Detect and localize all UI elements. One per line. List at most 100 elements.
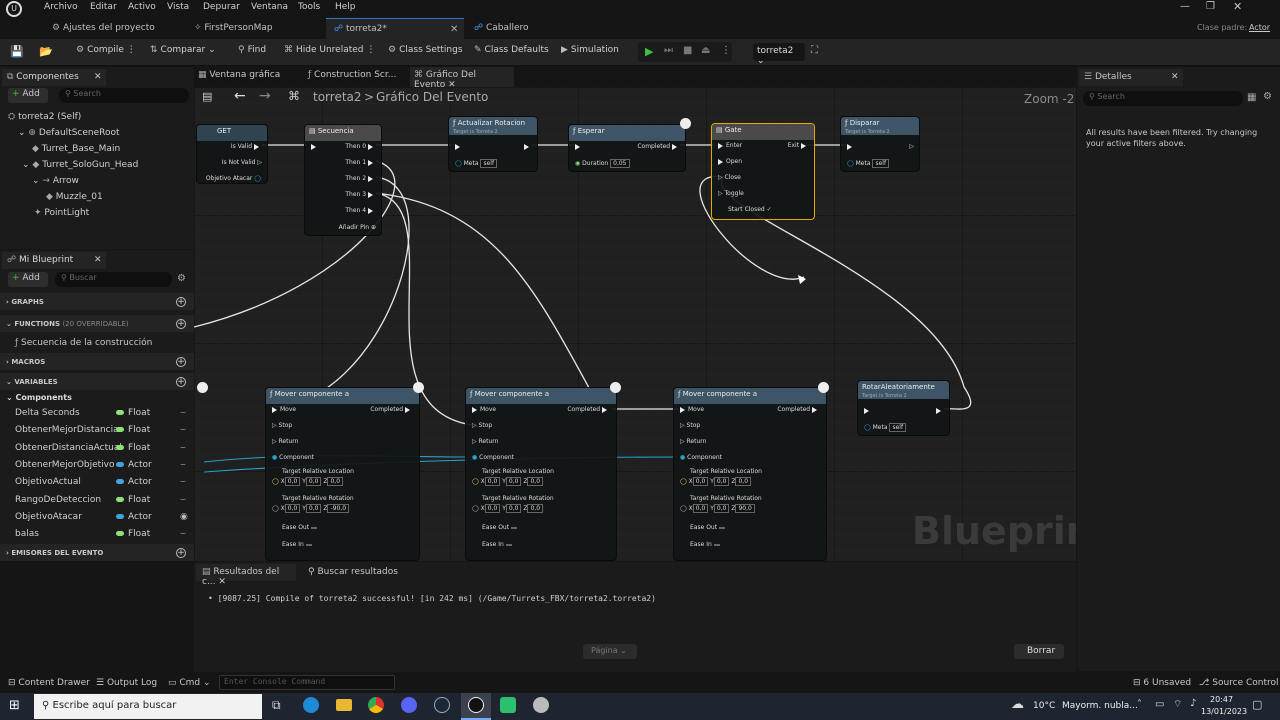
pin-then-0[interactable]: Then 0 [345, 143, 376, 150]
console-input[interactable]: Enter Console Command [219, 675, 395, 690]
node-mover-componente-3[interactable]: ƒ Mover componente a Move Completed ▷ St… [673, 387, 827, 561]
close-panel-icon[interactable]: ✕ [1171, 72, 1179, 82]
pin-start-closed[interactable]: Start Closed ✓ [728, 206, 772, 213]
visibility-closed-icon[interactable]: ⌣ [180, 495, 186, 505]
pin-exec-in[interactable] [575, 143, 583, 150]
pin-target-rotation[interactable]: ◯ X 0,0 Y 0,0 Z 0,0 [472, 504, 544, 513]
clock-date[interactable]: 13/01/2023 [1201, 707, 1247, 716]
output-log-button[interactable]: ☰ Output Log [96, 678, 157, 688]
play-icon[interactable]: ▶ [645, 45, 653, 58]
page-select[interactable]: Página ⌄ [583, 644, 637, 659]
variable-item[interactable]: Delta Seconds Float ⌣ [0, 407, 194, 423]
components-tab[interactable]: ⧉ Componentes ✕ [2, 69, 106, 86]
tab-firstpersonmap[interactable]: ✧ FirstPersonMap [186, 18, 322, 39]
tree-item-muzzle[interactable]: ◆ Muzzle_01 [46, 192, 103, 202]
menu-ventana[interactable]: Ventana [251, 2, 288, 12]
node-esperar[interactable]: ƒ Esperar Completed ◉ Duration 0,05 [568, 124, 686, 172]
save-icon[interactable]: 💾 [10, 45, 24, 58]
unreal-logo-icon[interactable]: U [6, 1, 22, 17]
node-disparar[interactable]: ƒ Disparar Target is Torreta 2 ▷ ◯ Meta s… [840, 116, 920, 172]
tab-find-results[interactable]: ⚲ Buscar resultados [308, 567, 398, 577]
volume-icon[interactable]: ♪ [1190, 698, 1196, 709]
tab-compile-results[interactable]: ▤ Resultados del c... ✕ [196, 564, 296, 587]
add-blueprint-item-button[interactable]: + Add [8, 272, 48, 287]
close-panel-icon[interactable]: ✕ [94, 255, 102, 265]
variable-item[interactable]: ObtenerMejorObjetivo Actor ⌣ [0, 459, 194, 475]
pin-target-rotation[interactable]: ◯ X 0,0 Y 0,0 Z 90,0 [680, 504, 755, 513]
components-category[interactable]: ⌄ Components [6, 393, 72, 402]
pin-return[interactable]: ▷ Return [680, 438, 706, 445]
app-icon[interactable] [533, 697, 549, 713]
pin-return[interactable]: ▷ Return [272, 438, 298, 445]
tree-item-arrow[interactable]: ⌄ → Arrow [32, 176, 79, 186]
pin-enter[interactable]: Enter [718, 142, 742, 149]
details-search[interactable]: ⚲ Search [1083, 91, 1243, 106]
pin-ease-out[interactable]: Ease Out [690, 524, 725, 531]
node-gate[interactable]: ▤ Gate Enter Exit Open ▷ Close ▷ Toggle … [711, 123, 815, 220]
variable-item[interactable]: ObjetivoAtacar Actor ◉ [0, 511, 194, 527]
tree-item-turret-head[interactable]: ⌄ ◆ Turret_SoloGun_Head [22, 160, 138, 170]
pin-completed[interactable]: Completed [777, 406, 820, 413]
find-button[interactable]: ⚲ Find [238, 45, 266, 55]
my-blueprint-tab[interactable]: ☍ Mi Blueprint ✕ [2, 252, 106, 269]
variable-item[interactable]: ObtenerMejorDistancia Float ⌣ [0, 424, 194, 440]
chrome-icon[interactable] [368, 697, 384, 713]
visibility-closed-icon[interactable]: ⌣ [180, 408, 186, 418]
unsaved-indicator[interactable]: ⊟ 6 Unsaved [1133, 678, 1191, 688]
forward-arrow-icon[interactable]: → [259, 88, 271, 104]
pin-target-location[interactable]: ◯ X 0,0 Y 0,0 Z 0,0 [272, 477, 344, 486]
pin-target-location[interactable]: ◯ X 0,0 Y 0,0 Z 0,0 [472, 477, 544, 486]
visibility-closed-icon[interactable]: ⌣ [180, 477, 186, 487]
pin-is-valid[interactable]: Is Valid [231, 143, 262, 150]
pin-stop[interactable]: ▷ Stop [472, 422, 492, 429]
pin-ease-in[interactable]: Ease In [690, 541, 720, 548]
menu-help[interactable]: Help [335, 2, 356, 12]
pin-open[interactable]: Open [718, 158, 742, 165]
settings-icon[interactable]: ⚙ [1263, 91, 1272, 102]
checkbox-icon[interactable]: ✓ [767, 206, 772, 213]
network-icon[interactable]: ⌔ [1173, 698, 1182, 711]
construction-script-item[interactable]: ƒ Secuencia de la construcción [15, 338, 152, 348]
tab-torreta2[interactable]: ☍ torreta2* ✕ [326, 18, 464, 39]
pin-move[interactable]: Move [680, 406, 704, 413]
pin-exec-out[interactable] [524, 143, 532, 150]
eject-icon[interactable]: ⏏ [701, 45, 710, 56]
visibility-closed-icon[interactable]: ⌣ [180, 443, 186, 453]
pin-exec-out[interactable] [936, 407, 944, 414]
pin-then-2[interactable]: Then 2 [345, 175, 376, 182]
taskbar-search[interactable]: ⚲ Escribe aquí para buscar [34, 694, 262, 719]
tree-item-defaultsceneroot[interactable]: ⌄ ⊕ DefaultSceneRoot [18, 128, 120, 138]
explorer-icon[interactable] [336, 699, 352, 711]
pin-then-1[interactable]: Then 1 [345, 159, 376, 166]
add-dispatcher-icon[interactable]: + [176, 548, 186, 558]
menu-editar[interactable]: Editar [90, 2, 117, 12]
menu-archivo[interactable]: Archivo [44, 2, 78, 12]
add-graph-icon[interactable]: + [176, 297, 186, 307]
tab-caballero[interactable]: ☍ Caballero [466, 18, 586, 39]
source-control-button[interactable]: ⎇ Source Control [1199, 678, 1279, 688]
debug-target-select[interactable]: torreta2 ⌄ [753, 43, 805, 66]
android-icon[interactable] [500, 697, 516, 713]
pin-completed[interactable]: Completed [370, 406, 413, 413]
breadcrumb-asset[interactable]: torreta2 [313, 90, 362, 104]
play-options-icon[interactable]: ⋮ [721, 45, 731, 56]
pin-objetivo[interactable]: Objetivo Atacar ◯ [206, 175, 261, 182]
tree-item-self[interactable]: ⛭ torreta2 (Self) [8, 112, 81, 122]
pin-return[interactable]: ▷ Return [472, 438, 498, 445]
clear-button[interactable]: Borrar [1014, 644, 1064, 659]
clock-time[interactable]: 20:47 [1210, 695, 1233, 704]
tray-chevron-icon[interactable]: ˄ [1137, 699, 1142, 710]
pin-toggle[interactable]: ▷ Toggle [718, 190, 744, 197]
pin-stop[interactable]: ▷ Stop [680, 422, 700, 429]
node-mover-componente-1[interactable]: ƒ Mover componente a Move Completed ▷ St… [265, 387, 420, 561]
back-arrow-icon[interactable]: ← [234, 88, 246, 104]
steam-icon[interactable] [434, 697, 450, 713]
add-macro-icon[interactable]: + [176, 357, 186, 367]
close-panel-icon[interactable]: ✕ [94, 72, 102, 82]
discord-icon[interactable] [401, 697, 417, 713]
bookmark-icon[interactable]: ▤ [202, 90, 212, 103]
node-get[interactable]: GET Is Valid Is Not Valid ▷ Objetivo Ata… [196, 124, 268, 184]
parent-class-link[interactable]: Actor [1249, 23, 1270, 32]
add-variable-icon[interactable]: + [176, 377, 186, 387]
pin-ease-out[interactable]: Ease Out [482, 524, 517, 531]
